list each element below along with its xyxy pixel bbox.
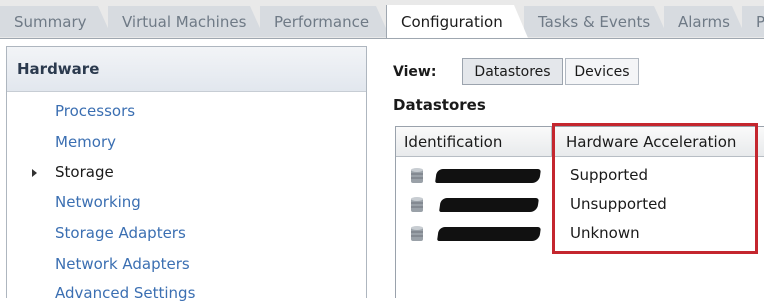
tab-summary[interactable]: Summary: [0, 6, 112, 37]
table-row[interactable]: Supported: [396, 161, 764, 190]
database-icon: [411, 168, 423, 183]
redacted-identification: [437, 227, 541, 241]
view-datastores-button[interactable]: Datastores: [462, 58, 563, 85]
tab-tasks-events[interactable]: Tasks & Events: [524, 6, 668, 37]
tab-permissions[interactable]: P: [742, 6, 764, 37]
hardware-item-networking[interactable]: Networking: [55, 193, 141, 211]
hardware-acceleration-cell: Unknown: [570, 224, 640, 242]
redacted-identification: [439, 198, 539, 212]
tab-bar: Summary Virtual Machines Performance Tas…: [0, 0, 764, 39]
hardware-item-advanced-settings[interactable]: Advanced Settings: [55, 284, 195, 302]
view-devices-button[interactable]: Devices: [565, 58, 639, 85]
hardware-header: Hardware: [7, 47, 366, 92]
hardware-acceleration-cell: Unsupported: [570, 195, 667, 213]
hardware-panel: Hardware Processors Memory Storage Netwo…: [6, 46, 367, 302]
expand-arrow-icon: [32, 169, 37, 177]
table-row[interactable]: Unknown: [396, 219, 764, 248]
hardware-item-memory[interactable]: Memory: [55, 133, 116, 151]
hardware-acceleration-cell: Supported: [570, 166, 649, 184]
database-icon: [411, 197, 423, 212]
redacted-identification: [435, 169, 541, 183]
tab-configuration[interactable]: Configuration: [386, 5, 528, 38]
column-header-identification[interactable]: Identification: [396, 127, 552, 157]
datastores-title: Datastores: [393, 96, 486, 114]
table-row[interactable]: Unsupported: [396, 190, 764, 219]
hardware-item-storage-adapters[interactable]: Storage Adapters: [55, 224, 186, 242]
tab-alarms[interactable]: Alarms: [664, 6, 746, 37]
database-icon: [411, 226, 423, 241]
tab-virtual-machines[interactable]: Virtual Machines: [108, 6, 264, 37]
hardware-item-network-adapters[interactable]: Network Adapters: [55, 255, 190, 273]
hardware-item-processors[interactable]: Processors: [55, 102, 135, 120]
datastores-table: Identification Hardware Acceleration Sup…: [395, 126, 764, 298]
hardware-item-storage[interactable]: Storage: [55, 163, 114, 181]
tab-performance[interactable]: Performance: [260, 6, 390, 37]
column-header-hardware-acceleration[interactable]: Hardware Acceleration: [552, 127, 764, 157]
view-label: View:: [393, 64, 437, 80]
